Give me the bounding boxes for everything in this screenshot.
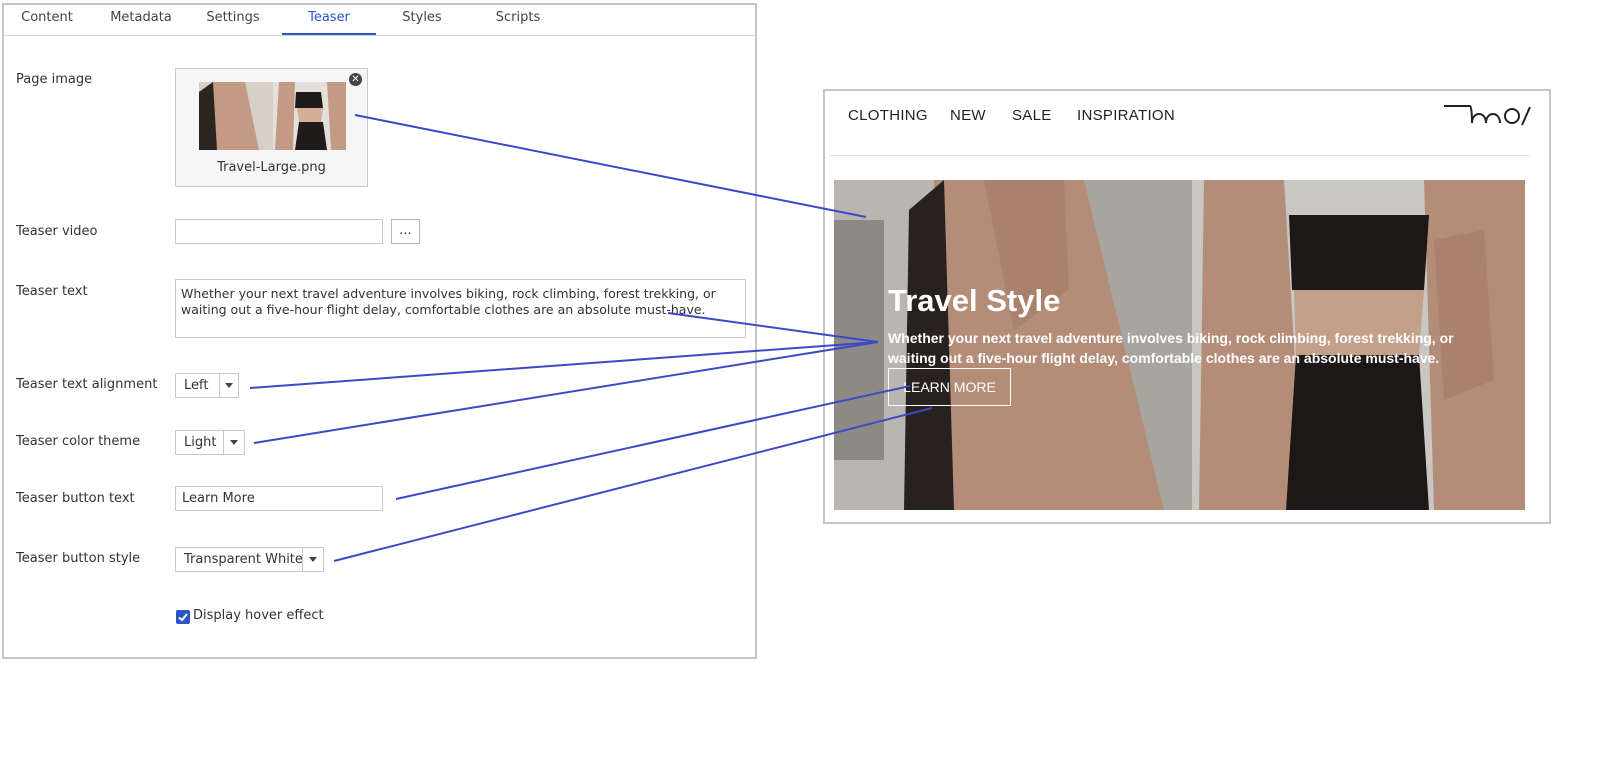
hero-text: Whether your next travel adventure invol…: [888, 330, 1454, 366]
button-style-value: Transparent White: [184, 552, 303, 567]
text-alignment-value: Left: [184, 378, 209, 393]
page-image-filename: Travel-Large.png: [217, 160, 326, 175]
hover-effect-checkbox[interactable]: [176, 610, 190, 624]
teaser-video-label: Teaser video: [16, 224, 98, 239]
color-theme-select[interactable]: Light: [175, 430, 245, 455]
button-text-label: Teaser button text: [16, 491, 135, 506]
chevron-down-icon[interactable]: [302, 548, 323, 571]
text-alignment-select[interactable]: Left: [175, 373, 239, 398]
hover-effect-label[interactable]: Display hover effect: [193, 608, 324, 623]
teaser-text-label: Teaser text: [16, 284, 88, 299]
tab-content[interactable]: Content: [11, 5, 83, 35]
remove-image-icon[interactable]: ✕: [349, 73, 362, 86]
tab-teaser[interactable]: Teaser: [282, 5, 376, 35]
color-theme-label: Teaser color theme: [16, 434, 141, 449]
button-style-label: Teaser button style: [16, 551, 141, 566]
tab-bar: Content Metadata Settings Teaser Styles …: [4, 5, 755, 36]
nav-sale[interactable]: SALE: [1012, 107, 1052, 124]
hero-banner: Travel Style Whether your next travel ad…: [834, 180, 1525, 510]
chevron-down-icon[interactable]: [223, 431, 244, 454]
page-image-label: Page image: [16, 72, 93, 87]
teaser-text-area[interactable]: Whether your next travel adventure invol…: [175, 279, 746, 338]
brand-logo[interactable]: [1442, 101, 1532, 129]
color-theme-value: Light: [184, 435, 217, 450]
browse-video-button[interactable]: ...: [391, 219, 420, 244]
button-style-select[interactable]: Transparent White: [175, 547, 324, 572]
tab-scripts[interactable]: Scripts: [482, 5, 554, 35]
nav-divider: [830, 155, 1530, 156]
tab-styles[interactable]: Styles: [388, 5, 456, 35]
check-icon: [178, 613, 188, 622]
teaser-video-input[interactable]: [175, 219, 383, 244]
tab-settings[interactable]: Settings: [197, 5, 269, 35]
learn-more-button[interactable]: LEARN MORE: [888, 368, 1011, 406]
chevron-down-icon[interactable]: [219, 374, 238, 397]
teaser-editor-panel: Content Metadata Settings Teaser Styles …: [2, 3, 757, 659]
nav-clothing[interactable]: CLOTHING: [848, 107, 928, 124]
hero-title: Travel Style: [888, 283, 1061, 318]
page-image-thumbnail: [199, 82, 346, 150]
nav-inspiration[interactable]: INSPIRATION: [1077, 107, 1175, 124]
page-image-picker[interactable]: ✕ Travel-Large.png: [175, 68, 368, 187]
text-alignment-label: Teaser text alignment: [16, 377, 158, 392]
button-text-input[interactable]: [175, 486, 383, 511]
tab-metadata[interactable]: Metadata: [101, 5, 181, 35]
teaser-preview-panel: CLOTHING NEW SALE INSPIRATION Travel Sty…: [823, 89, 1551, 524]
nav-new[interactable]: NEW: [950, 107, 986, 124]
